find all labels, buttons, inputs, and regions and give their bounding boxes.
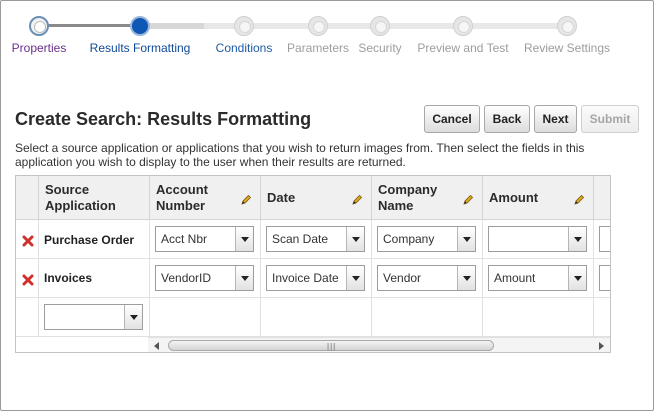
- header-source-application: Source Application: [39, 176, 150, 220]
- company-name-select[interactable]: Vendor: [377, 265, 476, 291]
- results-table: Source Application Account Number Date C…: [15, 175, 611, 353]
- table-cell: VendorID: [150, 259, 261, 298]
- table-cell: Vendor: [372, 259, 483, 298]
- train-label-results-formatting: Results Formatting: [89, 41, 191, 55]
- account-number-select[interactable]: VendorID: [155, 265, 254, 291]
- overflow-select[interactable]: [599, 265, 610, 291]
- train-label-preview-and-test: Preview and Test: [417, 41, 509, 55]
- chevron-down-icon[interactable]: [346, 266, 364, 290]
- train-label-parameters: Parameters: [286, 41, 350, 55]
- train-line-completed: [39, 24, 140, 27]
- delete-row-icon[interactable]: [22, 235, 34, 247]
- train-stop-review-settings: [557, 16, 577, 36]
- table-cell: [39, 298, 150, 337]
- select-value: Vendor: [383, 271, 422, 285]
- table-cell: [594, 298, 610, 337]
- source-application-select[interactable]: [44, 304, 143, 330]
- train-stop-properties[interactable]: [29, 16, 49, 36]
- header-amount: Amount: [483, 176, 594, 220]
- edit-company-name-pencil-icon[interactable]: [462, 194, 474, 206]
- process-train: Properties Results Formatting Conditions…: [1, 1, 654, 71]
- table-cell: Company: [372, 220, 483, 259]
- table-cell: [594, 220, 610, 259]
- chevron-down-icon[interactable]: [568, 227, 586, 251]
- chevron-down-icon[interactable]: [457, 227, 475, 251]
- chevron-down-icon[interactable]: [124, 305, 142, 329]
- submit-button: Submit: [581, 105, 639, 133]
- train-stop-security: [370, 16, 390, 36]
- select-value: Acct Nbr: [161, 232, 208, 246]
- chevron-down-icon[interactable]: [235, 227, 253, 251]
- select-value: Company: [383, 232, 435, 246]
- scroll-right-icon[interactable]: [599, 342, 604, 350]
- select-value: Invoice Date: [272, 271, 339, 285]
- row-application-name: Invoices: [44, 271, 93, 285]
- back-button[interactable]: Back: [484, 105, 530, 133]
- chevron-down-icon[interactable]: [235, 266, 253, 290]
- table-cell: Acct Nbr: [150, 220, 261, 259]
- train-label-review-settings: Review Settings: [523, 41, 611, 55]
- select-value: Amount: [494, 271, 536, 285]
- edit-amount-pencil-icon[interactable]: [573, 194, 585, 206]
- amount-select[interactable]: Amount: [488, 265, 587, 291]
- table-cell: Scan Date: [261, 220, 372, 259]
- table-cell: [261, 298, 372, 337]
- train-stop-conditions[interactable]: [234, 16, 254, 36]
- header-account-number-label: Account Number: [156, 182, 208, 213]
- chevron-down-icon[interactable]: [457, 266, 475, 290]
- table-row: [16, 298, 39, 337]
- amount-select[interactable]: [488, 226, 587, 252]
- table-row: [16, 220, 39, 259]
- header-overflow: [594, 176, 610, 220]
- header-company-name: Company Name: [372, 176, 483, 220]
- select-value: VendorID: [161, 271, 212, 285]
- edit-account-number-pencil-icon[interactable]: [240, 194, 252, 206]
- table-cell: Purchase Order: [39, 220, 150, 259]
- header-account-number: Account Number: [150, 176, 261, 220]
- table-cell: [483, 220, 594, 259]
- train-stop-results-formatting: [130, 16, 150, 36]
- table-cell: [372, 298, 483, 337]
- select-value: Scan Date: [272, 232, 329, 246]
- scroll-left-icon[interactable]: [154, 342, 159, 350]
- edit-date-pencil-icon[interactable]: [351, 194, 363, 206]
- instructions-text: Select a source application or applicati…: [15, 141, 585, 169]
- table-cell: [483, 298, 594, 337]
- table-cell: Invoice Date: [261, 259, 372, 298]
- table-cell: [150, 298, 261, 337]
- horizontal-scrollbar[interactable]: |||: [148, 337, 610, 352]
- company-name-select[interactable]: Company: [377, 226, 476, 252]
- table-cell: Amount: [483, 259, 594, 298]
- header-company-name-label: Company Name: [378, 182, 438, 213]
- grip-icon: |||: [327, 342, 337, 351]
- cancel-button[interactable]: Cancel: [424, 105, 480, 133]
- table-cell: [594, 259, 610, 298]
- header-delete-col: [16, 176, 39, 220]
- next-button[interactable]: Next: [534, 105, 577, 133]
- train-label-properties[interactable]: Properties: [12, 41, 67, 55]
- train-stop-preview-and-test: [453, 16, 473, 36]
- account-number-select[interactable]: Acct Nbr: [155, 226, 254, 252]
- train-label-security: Security: [358, 41, 402, 55]
- date-select[interactable]: Scan Date: [266, 226, 365, 252]
- row-application-name: Purchase Order: [44, 233, 135, 247]
- header-date: Date: [261, 176, 372, 220]
- header-source-application-label: Source Application: [45, 182, 116, 213]
- chevron-down-icon[interactable]: [346, 227, 364, 251]
- date-select[interactable]: Invoice Date: [266, 265, 365, 291]
- table-cell: Invoices: [39, 259, 150, 298]
- page-title: Create Search: Results Formatting: [15, 109, 312, 129]
- train-stop-parameters: [308, 16, 328, 36]
- table-row: [16, 259, 39, 298]
- delete-row-icon[interactable]: [22, 274, 34, 286]
- scrollbar-thumb[interactable]: |||: [168, 340, 494, 351]
- window-frame: Properties Results Formatting Conditions…: [0, 0, 654, 411]
- train-label-conditions[interactable]: Conditions: [216, 41, 273, 55]
- chevron-down-icon[interactable]: [568, 266, 586, 290]
- overflow-select[interactable]: [599, 226, 610, 252]
